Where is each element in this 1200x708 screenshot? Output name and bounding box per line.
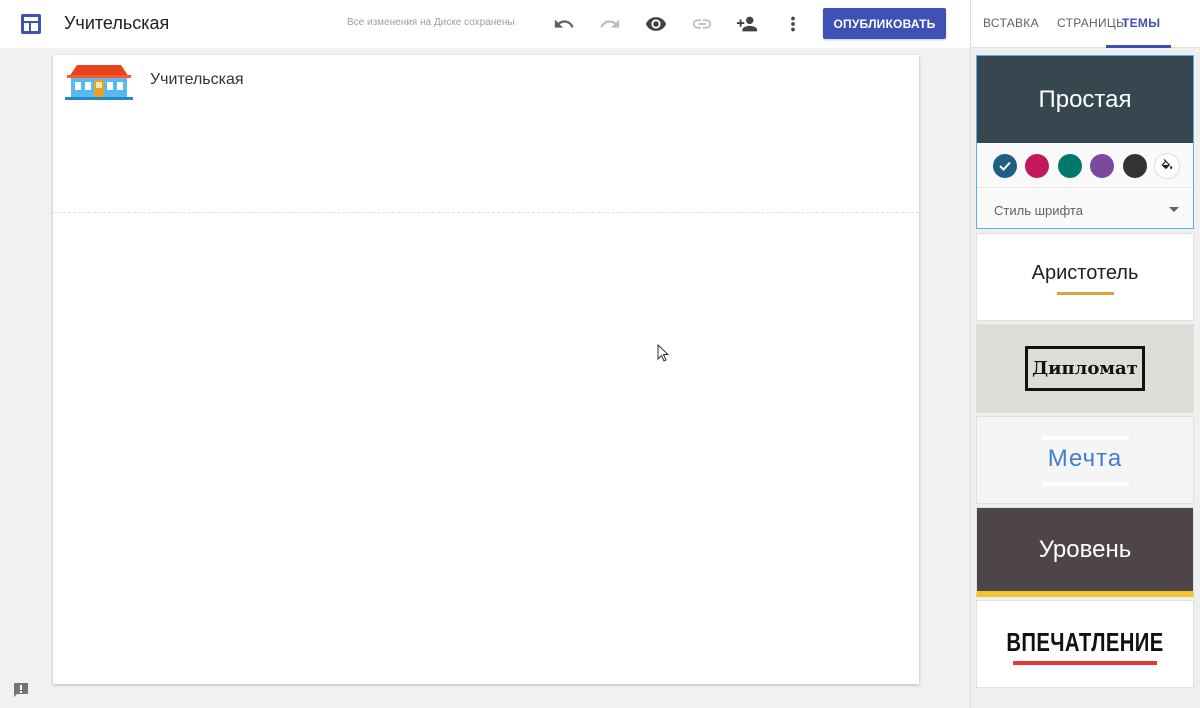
swatch-dark[interactable] <box>1123 154 1147 178</box>
publish-button[interactable]: ОПУБЛИКОВАТЬ <box>823 8 946 39</box>
site-title[interactable]: Учительская <box>150 71 244 89</box>
panel-tabs: ВСТАВКА СТРАНИЦЫ ТЕМЫ <box>971 0 1200 48</box>
layout-icon[interactable] <box>20 13 42 35</box>
save-status: Все изменения на Диске сохранены <box>347 17 515 28</box>
site-header[interactable]: Учительская <box>53 55 919 213</box>
theme-name-diplomat: Дипломат <box>1032 358 1138 379</box>
diplomat-frame: Дипломат <box>1025 346 1145 391</box>
theme-card-diplomat[interactable]: Дипломат <box>976 324 1194 413</box>
color-swatches <box>977 144 1193 188</box>
house-logo-icon[interactable] <box>63 61 135 101</box>
font-style-select[interactable]: Стиль шрифта <box>977 189 1193 228</box>
tab-themes[interactable]: ТЕМЫ <box>1122 16 1160 30</box>
theme-name-simple[interactable]: Простая <box>977 56 1193 143</box>
document-title[interactable]: Учительская <box>64 13 169 34</box>
paint-bucket-icon[interactable] <box>1155 154 1179 178</box>
dream-bottom-bar <box>1043 482 1129 486</box>
preview-icon[interactable] <box>644 12 668 36</box>
top-bar: Учительская Все изменения на Диске сохра… <box>0 0 970 48</box>
side-panel: ВСТАВКА СТРАНИЦЫ ТЕМЫ Простая Стиль шриф… <box>970 0 1200 708</box>
link-icon[interactable] <box>690 12 714 36</box>
impression-underline <box>1013 661 1157 665</box>
add-person-icon[interactable] <box>735 12 759 36</box>
theme-card-level[interactable]: Уровень <box>976 507 1194 597</box>
more-vert-icon[interactable] <box>781 12 805 36</box>
swatch-magenta[interactable] <box>1025 154 1049 178</box>
theme-name-level: Уровень <box>1038 536 1132 563</box>
check-icon <box>999 161 1011 171</box>
dream-top-bar <box>1043 436 1129 440</box>
swatch-blue-selected[interactable] <box>993 154 1017 178</box>
dropdown-arrow-icon <box>1169 207 1179 212</box>
page-canvas[interactable]: Учительская <box>53 55 919 684</box>
active-tab-indicator <box>1106 45 1171 48</box>
redo-icon[interactable] <box>598 12 622 36</box>
feedback-icon[interactable] <box>12 682 30 698</box>
undo-icon[interactable] <box>552 12 576 36</box>
theme-card-aristotle[interactable]: Аристотель <box>976 233 1194 321</box>
theme-name-impression: ВПЕЧАТЛЕНИЕ <box>1006 627 1164 657</box>
theme-card-simple[interactable]: Простая Стиль шрифта <box>976 55 1194 229</box>
swatch-teal[interactable] <box>1058 154 1082 178</box>
font-style-label: Стиль шрифта <box>994 203 1083 218</box>
tab-insert[interactable]: ВСТАВКА <box>983 16 1039 30</box>
theme-name-dream: Мечта <box>1047 445 1123 472</box>
theme-card-impression[interactable]: ВПЕЧАТЛЕНИЕ <box>976 600 1194 688</box>
theme-name-aristotle: Аристотель <box>1031 262 1139 284</box>
theme-card-dream[interactable]: Мечта <box>976 416 1194 504</box>
swatch-purple[interactable] <box>1090 154 1114 178</box>
mouse-cursor-icon <box>657 343 670 367</box>
aristotle-underline <box>1057 292 1114 295</box>
tab-pages[interactable]: СТРАНИЦЫ <box>1057 16 1127 30</box>
